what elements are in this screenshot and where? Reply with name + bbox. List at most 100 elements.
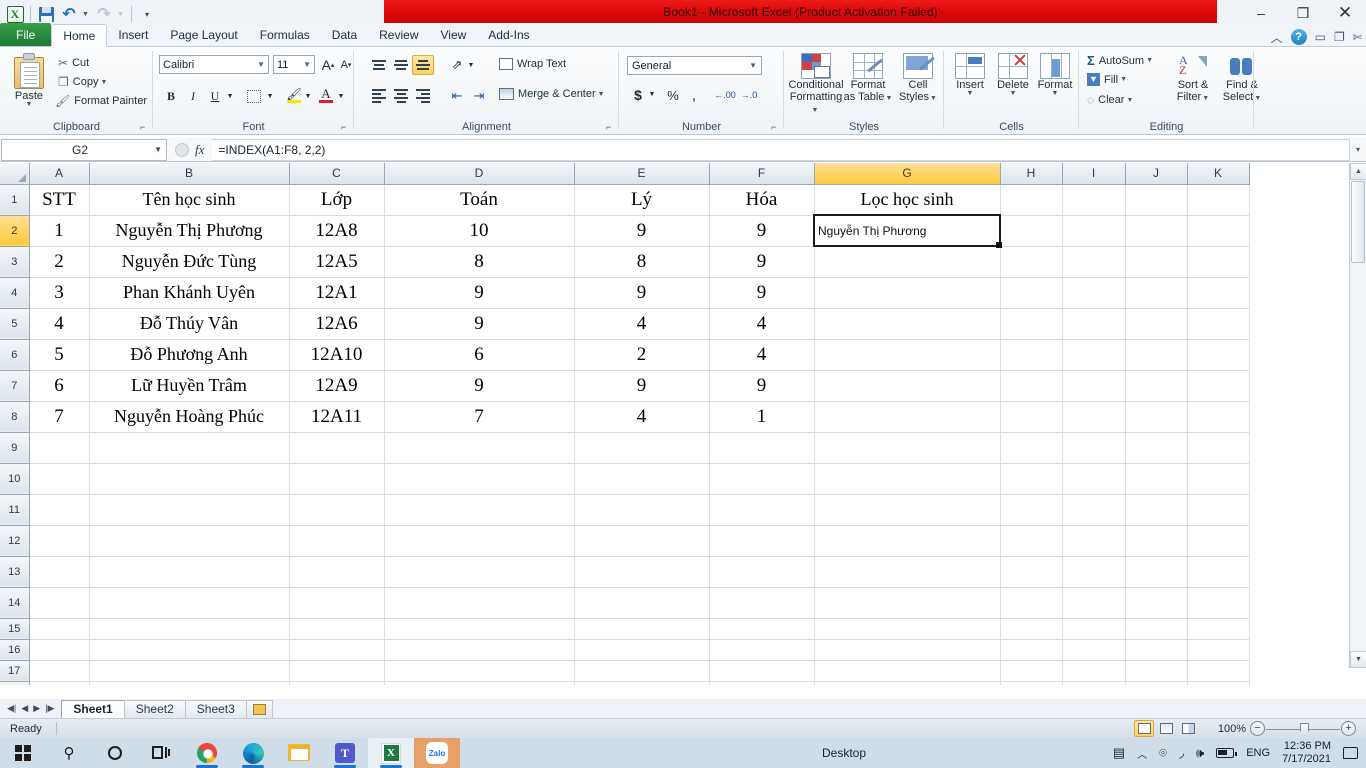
- cell-styles-button[interactable]: Cell Styles ▼: [896, 53, 940, 105]
- formula-input[interactable]: =INDEX(A1:F8, 2,2): [212, 138, 1350, 161]
- cell-D7[interactable]: 9: [384, 370, 575, 402]
- name-box[interactable]: G2 ▼: [1, 138, 167, 161]
- cell-A15[interactable]: [29, 618, 90, 640]
- fill-color-dropdown-icon[interactable]: ▼: [303, 89, 313, 103]
- row-header-16[interactable]: 16: [0, 639, 30, 661]
- cell-H16[interactable]: [1000, 639, 1063, 661]
- cell-D11[interactable]: [384, 494, 575, 526]
- name-box-caret[interactable]: ▼: [154, 145, 162, 154]
- save-icon[interactable]: [35, 3, 57, 25]
- taskbar-app-zalo[interactable]: Zalo: [414, 738, 460, 768]
- cell-B9[interactable]: [89, 432, 290, 464]
- cell-I10[interactable]: [1062, 463, 1126, 495]
- sheet-tab-sheet3[interactable]: Sheet3: [184, 699, 247, 718]
- cell-J8[interactable]: [1125, 401, 1188, 433]
- cell-H15[interactable]: [1000, 618, 1063, 640]
- cell-I3[interactable]: [1062, 246, 1126, 278]
- cell-H2[interactable]: [1000, 215, 1063, 247]
- cell-F18[interactable]: [709, 681, 815, 685]
- cell-H18[interactable]: [1000, 681, 1063, 685]
- cell-I8[interactable]: [1062, 401, 1126, 433]
- page-layout-view-button[interactable]: [1156, 720, 1176, 737]
- format-cells-caret[interactable]: ▼: [1052, 90, 1059, 97]
- cell-A3[interactable]: 2: [29, 246, 90, 278]
- cell-K11[interactable]: [1187, 494, 1250, 526]
- cell-A2[interactable]: 1: [29, 215, 90, 247]
- cell-G9[interactable]: [814, 432, 1001, 464]
- cell-E2[interactable]: 9: [574, 215, 710, 247]
- column-header-i[interactable]: I: [1062, 163, 1126, 185]
- cell-B10[interactable]: [89, 463, 290, 495]
- align-right-icon[interactable]: [412, 86, 434, 106]
- cell-C2[interactable]: 12A8: [289, 215, 385, 247]
- insert-function-icon[interactable]: fx: [195, 142, 204, 158]
- copy-button[interactable]: ❐ Copy ▼: [58, 75, 107, 89]
- selected-cell-g2[interactable]: Nguyễn Thị Phương: [813, 214, 1002, 248]
- cell-J11[interactable]: [1125, 494, 1188, 526]
- number-format-caret[interactable]: ▼: [749, 61, 757, 70]
- cell-F9[interactable]: [709, 432, 815, 464]
- zoom-slider[interactable]: − +: [1250, 720, 1356, 737]
- cell-A10[interactable]: [29, 463, 90, 495]
- decrease-decimal-icon[interactable]: →.0: [737, 85, 761, 105]
- cell-K13[interactable]: [1187, 556, 1250, 588]
- cell-D3[interactable]: 8: [384, 246, 575, 278]
- cell-H8[interactable]: [1000, 401, 1063, 433]
- start-button[interactable]: [0, 738, 46, 768]
- copy-dropdown-caret[interactable]: ▼: [100, 79, 107, 86]
- cell-E10[interactable]: [574, 463, 710, 495]
- insert-cells-button[interactable]: Insert ▼: [950, 53, 990, 97]
- cell-F3[interactable]: 9: [709, 246, 815, 278]
- redo-dropdown-icon[interactable]: ▼: [116, 3, 127, 25]
- row-header-5[interactable]: 5: [0, 308, 30, 340]
- cell-F16[interactable]: [709, 639, 815, 661]
- cell-A12[interactable]: [29, 525, 90, 557]
- underline-button[interactable]: U: [205, 86, 225, 106]
- cell-A7[interactable]: 6: [29, 370, 90, 402]
- close-button[interactable]: ✕: [1324, 0, 1366, 26]
- clock[interactable]: 12:36 PM 7/17/2021: [1282, 740, 1331, 766]
- cell-F11[interactable]: [709, 494, 815, 526]
- cell-D15[interactable]: [384, 618, 575, 640]
- fill-button[interactable]: ▼ Fill ▼: [1087, 73, 1127, 86]
- row-header-8[interactable]: 8: [0, 401, 30, 433]
- cell-G11[interactable]: [814, 494, 1001, 526]
- page-break-view-button[interactable]: [1178, 720, 1198, 737]
- cell-D1[interactable]: Toán: [384, 184, 575, 216]
- cell-G8[interactable]: [814, 401, 1001, 433]
- cell-F5[interactable]: 4: [709, 308, 815, 340]
- cell-C11[interactable]: [289, 494, 385, 526]
- cell-J4[interactable]: [1125, 277, 1188, 309]
- cell-B16[interactable]: [89, 639, 290, 661]
- cell-F14[interactable]: [709, 587, 815, 619]
- cell-B5[interactable]: Đỗ Thúy Vân: [89, 308, 290, 340]
- camera-icon[interactable]: ⌾: [1159, 745, 1167, 761]
- cell-J6[interactable]: [1125, 339, 1188, 371]
- column-header-h[interactable]: H: [1000, 163, 1063, 185]
- cell-J18[interactable]: [1125, 681, 1188, 685]
- cell-E11[interactable]: [574, 494, 710, 526]
- cell-F1[interactable]: Hóa: [709, 184, 815, 216]
- scroll-up-button[interactable]: ▲: [1350, 163, 1366, 180]
- column-header-a[interactable]: A: [29, 163, 90, 185]
- cell-G14[interactable]: [814, 587, 1001, 619]
- cell-J17[interactable]: [1125, 660, 1188, 682]
- task-view-button[interactable]: [138, 738, 184, 768]
- font-name-caret[interactable]: ▼: [257, 60, 265, 69]
- cell-F13[interactable]: [709, 556, 815, 588]
- align-bottom-icon[interactable]: [412, 55, 434, 75]
- cell-I4[interactable]: [1062, 277, 1126, 309]
- cell-K18[interactable]: [1187, 681, 1250, 685]
- column-header-k[interactable]: K: [1187, 163, 1250, 185]
- format-as-table-button[interactable]: Format as Table ▼: [842, 53, 894, 105]
- cell-B12[interactable]: [89, 525, 290, 557]
- news-and-interests-icon[interactable]: ▤: [1113, 745, 1125, 761]
- cell-A13[interactable]: [29, 556, 90, 588]
- cell-G4[interactable]: [814, 277, 1001, 309]
- spreadsheet-grid[interactable]: A B C D E F G H I J K 1 STT Tên học sinh Lớ…: [0, 163, 1366, 685]
- cell-I11[interactable]: [1062, 494, 1126, 526]
- insert-sheet-button[interactable]: [245, 699, 273, 718]
- column-header-j[interactable]: J: [1125, 163, 1188, 185]
- maximize-button[interactable]: ❐: [1282, 0, 1324, 26]
- wifi-icon[interactable]: ◞: [1179, 745, 1184, 761]
